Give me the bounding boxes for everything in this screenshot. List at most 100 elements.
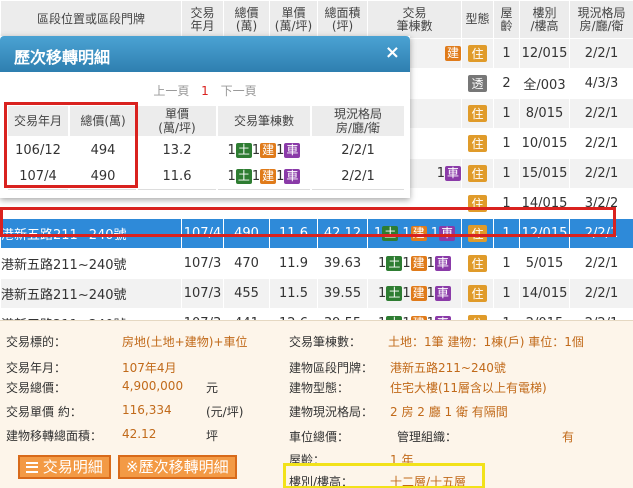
- table-row[interactable]: 港新五路211~240號 107/3 455 11.5 39.55 1 土 1 建 1 車住 1 14/…: [0, 278, 633, 309]
- history-count-tags: 1土1建1車: [216, 162, 312, 190]
- detail-label: 建物型態：: [289, 381, 350, 395]
- type-badge: 住: [468, 225, 487, 242]
- row-layout: 4/3/3: [569, 68, 633, 99]
- history-header-row: 交易年月 總價(萬) 單價 (萬/坪) 交易筆棟數 現況格局 房/廳/衛: [6, 104, 406, 138]
- prev-page-link[interactable]: 上一頁: [153, 84, 189, 98]
- col-header-floor[interactable]: 樓別/樓高: [519, 0, 570, 39]
- table-header-row: 區段位置或區段門牌 交易 年月 總價 (萬) 單價 (萬/坪) 總面積 (坪) 交易 筆棟…: [0, 0, 633, 39]
- history-popup: 歷次移轉明細 × 上一頁 1 下一頁 交易年月 總價(萬) 單價 (萬/坪) 交易…: [0, 36, 410, 198]
- history-total: 494: [68, 136, 138, 164]
- row-date: 107/4: [181, 218, 224, 249]
- detail-panel: 交易標的： 房地(土地+建物)+車位 交易年月： 107年4月 交易總價： 4,900,0…: [0, 320, 633, 488]
- row-unit: 11.6: [269, 218, 318, 249]
- history-row[interactable]: 106/12 494 13.2 1 土 1 建 1 車 2/2/1: [6, 136, 406, 164]
- parking-tag: 車: [444, 166, 461, 181]
- detail-label: 交易筆棟數：: [289, 335, 362, 349]
- next-page-link[interactable]: 下一頁: [221, 84, 257, 98]
- row-total: 455: [223, 278, 270, 309]
- detail-label: 交易年月：: [6, 361, 67, 375]
- detail-value: 42.12: [122, 427, 157, 441]
- row-type: 透: [461, 68, 494, 99]
- table-row[interactable]: 港新五路211~240號 107/3 470 11.9 39.63 1 土 1 建 1 車住 1 5/0…: [0, 248, 633, 279]
- row-total: 490: [223, 218, 270, 249]
- row-addr: 港新五路211~240號: [0, 278, 182, 309]
- floor-highlight: [283, 463, 485, 488]
- type-badge: 住: [468, 195, 487, 212]
- history-col-unit: 單價 (萬/坪): [136, 104, 218, 138]
- col-header-date[interactable]: 交易 年月: [181, 0, 224, 39]
- row-type: 住: [461, 38, 494, 69]
- detail-value: 107年4月: [122, 361, 177, 375]
- row-type: 住: [461, 218, 494, 249]
- tag-count: 1: [426, 256, 435, 271]
- detail-unit: (元/坪): [206, 405, 244, 419]
- row-count-tags: 1土1建1車: [367, 248, 462, 279]
- row-count-tags: 1土1建1車: [367, 278, 462, 309]
- row-floor: 8/015: [519, 98, 570, 129]
- popup-title: 歷次移轉明細: [14, 48, 111, 67]
- management-label: 管理組織：: [397, 430, 458, 444]
- tag-count: 1: [227, 168, 236, 184]
- building-tag: 建: [444, 46, 461, 61]
- parking-tag: 車: [434, 256, 451, 271]
- col-header-unit[interactable]: 單價 (萬/坪): [269, 0, 318, 39]
- current-page[interactable]: 1: [201, 84, 209, 98]
- row-layout: 2/2/1: [569, 128, 633, 159]
- tag-count: 1: [378, 286, 387, 301]
- history-layout: 2/2/1: [310, 162, 406, 190]
- row-layout: 3/2/2: [569, 188, 633, 219]
- row-age: 1: [493, 218, 520, 249]
- row-type: 住: [461, 188, 494, 219]
- history-transfer-button[interactable]: ※歷次移轉明細: [118, 455, 237, 479]
- building-tag: 建: [410, 226, 427, 241]
- popup-header: 歷次移轉明細 ×: [0, 36, 410, 72]
- col-header-layout[interactable]: 現況格局 房/廳/衛: [569, 0, 633, 39]
- row-floor: 5/015: [519, 248, 570, 279]
- col-header-area[interactable]: 總面積 (坪): [317, 0, 368, 39]
- row-age: 1: [493, 98, 520, 129]
- management-row: 管理組織：: [397, 428, 457, 445]
- tag-count: 1: [402, 286, 411, 301]
- history-row[interactable]: 107/4 490 11.6 1 土 1 建 1 車 2/2/1: [6, 162, 406, 190]
- col-header-total[interactable]: 總價 (萬): [223, 0, 270, 39]
- row-type: 住: [461, 248, 494, 279]
- transaction-detail-button[interactable]: 交易明細: [18, 455, 111, 479]
- row-age: 1: [493, 278, 520, 309]
- history-table: 交易年月 總價(萬) 單價 (萬/坪) 交易筆棟數 現況格局 房/廳/衛 106/1…: [6, 104, 406, 190]
- detail-label: 建物現況格局：: [289, 405, 374, 419]
- row-layout: 2/2/1: [569, 98, 633, 129]
- detail-value: 116,334: [122, 403, 172, 417]
- row-layout: 2/2/1: [569, 158, 633, 189]
- row-type: 住: [461, 158, 494, 189]
- parking-tag: 車: [434, 286, 451, 301]
- type-badge: 住: [468, 105, 487, 122]
- history-col-layout: 現況格局 房/廳/衛: [310, 104, 406, 138]
- col-header-address[interactable]: 區段位置或區段門牌: [0, 0, 182, 39]
- history-unit: 13.2: [136, 136, 218, 164]
- col-header-type[interactable]: 型態: [461, 0, 494, 39]
- row-type: 住: [461, 278, 494, 309]
- building-tag: 建: [410, 256, 427, 271]
- tag-count: 1: [251, 142, 261, 158]
- row-age: 1: [493, 158, 520, 189]
- row-layout: 2/2/1: [569, 218, 633, 249]
- history-col-date: 交易年月: [6, 104, 70, 138]
- detail-label: 車位總價：: [289, 430, 350, 444]
- detail-value: 土地：1筆 建物：1棟(戶) 車位：1個: [388, 335, 584, 349]
- land-tag: 土: [386, 286, 403, 301]
- history-total: 490: [68, 162, 138, 190]
- history-unit: 11.6: [136, 162, 218, 190]
- table-row-selected[interactable]: 港新五路211~240號 107/4 490 11.6 42.12 1土 1建 …: [0, 218, 633, 249]
- close-icon[interactable]: ×: [385, 42, 400, 63]
- col-header-age[interactable]: 屋齡: [493, 0, 520, 39]
- row-unit: 11.5: [269, 278, 318, 309]
- row-age: 2: [493, 68, 520, 99]
- col-header-count[interactable]: 交易 筆棟數: [367, 0, 462, 39]
- row-addr: 港新五路211~240號: [0, 248, 182, 279]
- row-age: 1: [493, 188, 520, 219]
- detail-label: 交易總價：: [6, 381, 67, 395]
- type-badge: 透: [468, 75, 487, 92]
- parking-tag: 車: [284, 142, 301, 158]
- row-type: 住: [461, 128, 494, 159]
- row-date: 107/3: [181, 248, 224, 279]
